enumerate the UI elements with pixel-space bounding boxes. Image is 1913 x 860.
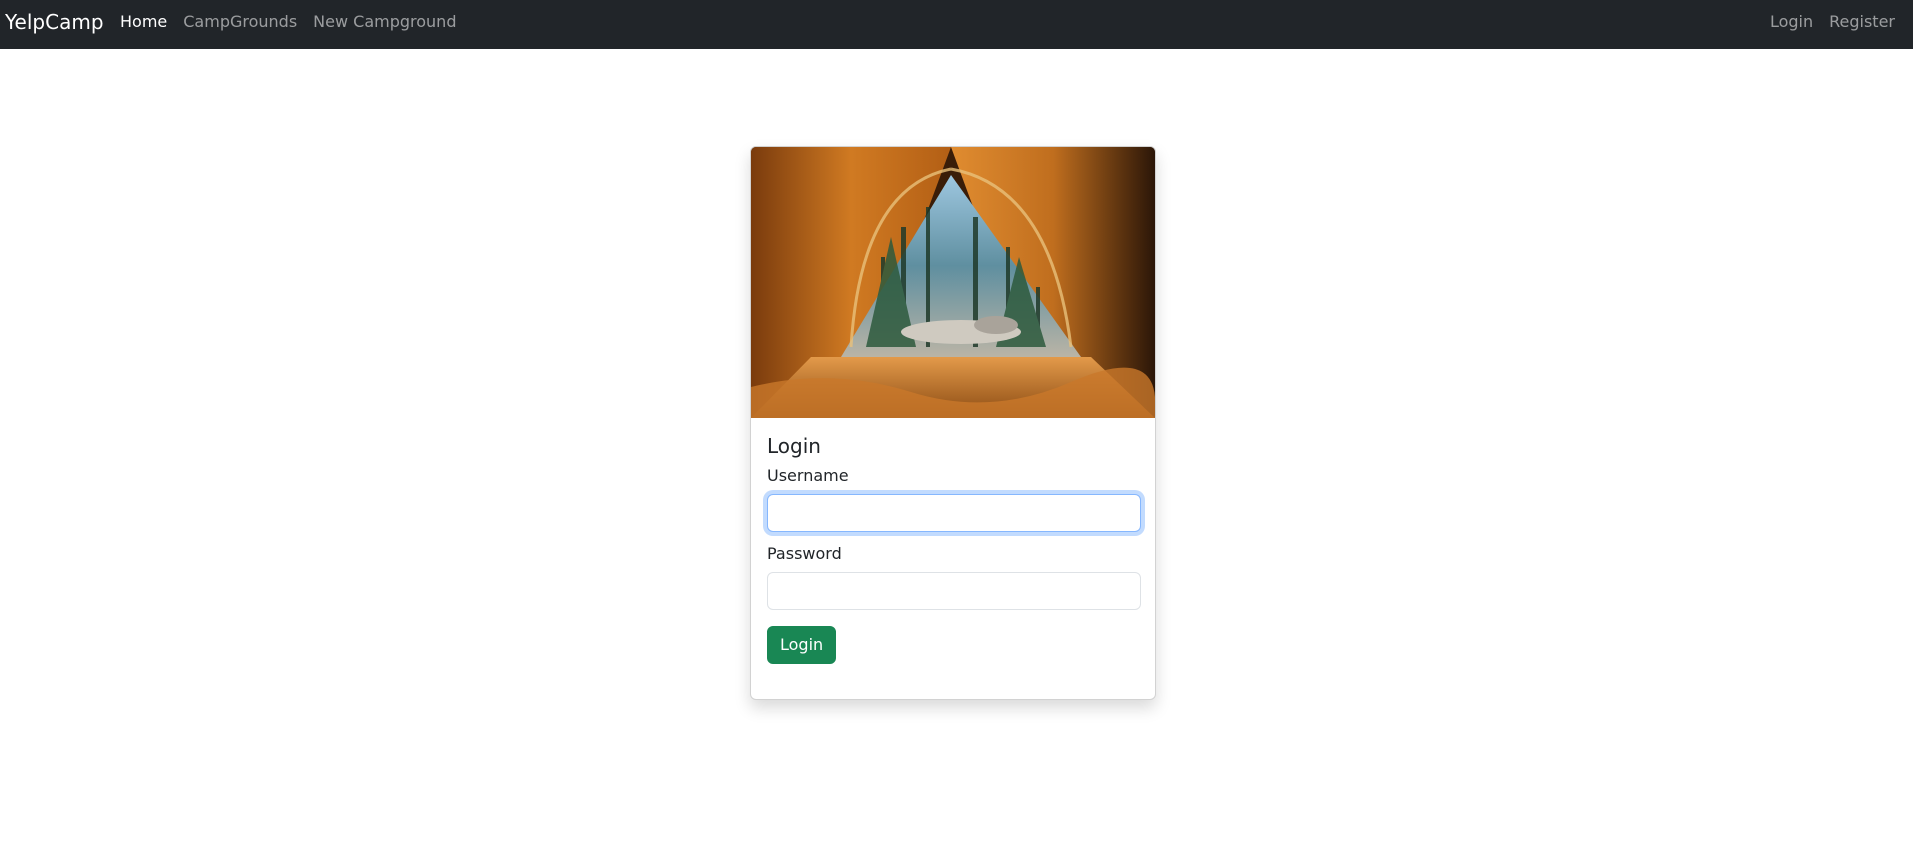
top-navbar: YelpCamp Home CampGrounds New Campground…: [0, 0, 1913, 49]
brand-logo-link[interactable]: YelpCamp: [5, 10, 104, 34]
login-form: Login Username Password Login: [767, 434, 1141, 664]
password-label: Password: [767, 544, 842, 563]
nav-new-campground-link[interactable]: New Campground: [313, 12, 456, 32]
nav-links: Home CampGrounds New Campground: [120, 12, 456, 32]
username-label: Username: [767, 466, 849, 485]
nav-home-link[interactable]: Home: [120, 12, 167, 32]
nav-campgrounds-link[interactable]: CampGrounds: [183, 12, 297, 32]
nav-register-link[interactable]: Register: [1829, 12, 1895, 32]
password-input[interactable]: [767, 572, 1141, 610]
login-title: Login: [767, 434, 821, 458]
login-submit-button[interactable]: Login: [767, 626, 837, 664]
nav-auth-links: Login Register: [1770, 12, 1895, 32]
login-card: Login Username Password Login: [750, 146, 1156, 700]
username-input[interactable]: [767, 494, 1141, 532]
tent-view-image: [751, 147, 1155, 418]
nav-login-link[interactable]: Login: [1770, 12, 1813, 32]
